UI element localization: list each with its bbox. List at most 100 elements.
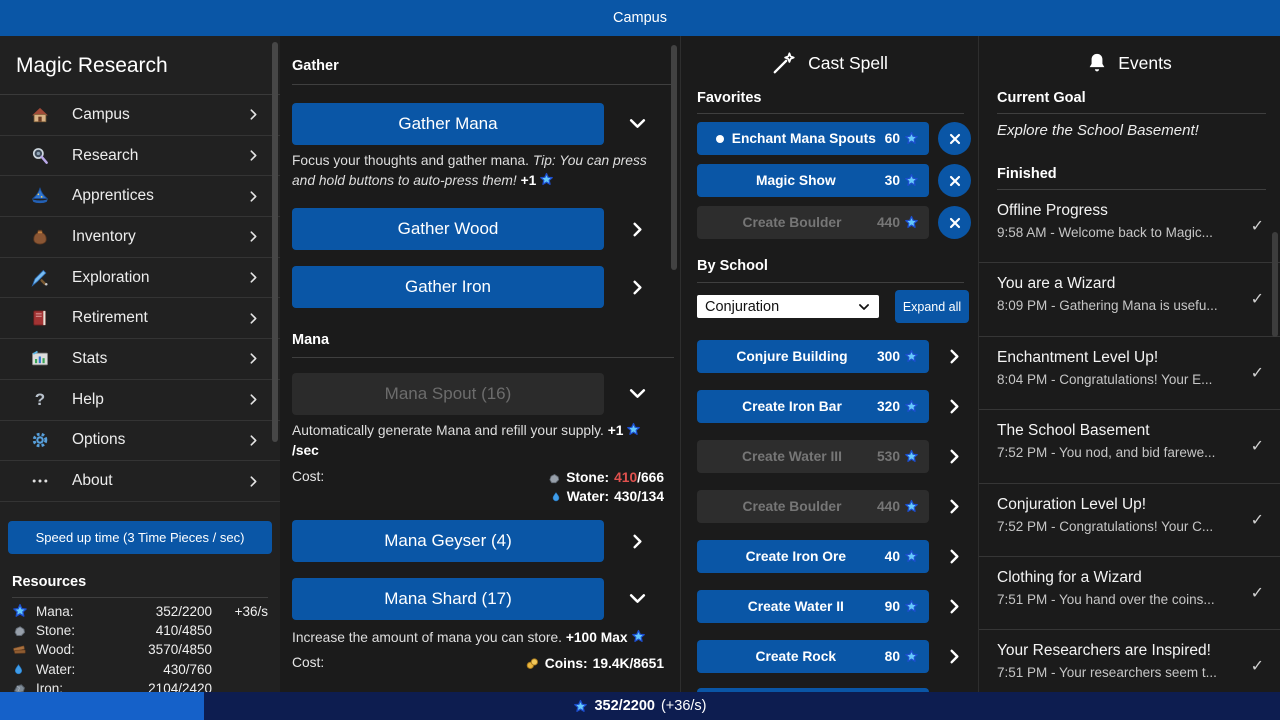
sidebar-item-research[interactable]: Research [0, 136, 280, 177]
remove-favorite-button[interactable] [938, 164, 971, 197]
sidebar-item-exploration[interactable]: Exploration [0, 258, 280, 299]
spell-cost: 60 [885, 131, 900, 146]
spell-button-conjure-building[interactable]: Conjure Building 300 [697, 340, 929, 373]
chevron-right-icon[interactable] [939, 340, 969, 373]
sidebar-scrollbar[interactable] [272, 42, 278, 442]
expand-all-button[interactable]: Expand all [895, 290, 969, 323]
check-icon: ✓ [1251, 583, 1264, 603]
spell-button-create-water-iii[interactable]: Create Water III 530 [697, 440, 929, 473]
spell-button-create-water-ii[interactable]: Create Water II 90 [697, 590, 929, 623]
spell-row: Create Iron Ore 40 [681, 540, 978, 573]
wood-icon [12, 642, 29, 657]
spell-button-magic-show[interactable]: Magic Show 30 [697, 164, 929, 197]
spell-button-create-boulder[interactable]: Create Boulder 440 [697, 490, 929, 523]
mana-spout-description: Automatically generate Mana and refill y… [292, 421, 658, 461]
mana-star-icon [904, 349, 919, 364]
mana-star-icon [904, 649, 919, 664]
remove-favorite-button[interactable] [938, 206, 971, 239]
chevron-right-icon[interactable] [939, 490, 969, 523]
chevron-down-icon[interactable] [622, 109, 652, 137]
sidebar-item-apprentices[interactable]: Apprentices [0, 176, 280, 217]
spell-cost: 40 [885, 549, 900, 564]
mana-star-icon [904, 399, 919, 414]
gather-scrollbar[interactable] [671, 45, 677, 270]
chevron-right-icon[interactable] [939, 390, 969, 423]
event-item: Conjuration Level Up! 7:52 PM - Congratu… [979, 484, 1280, 557]
cost-value: 19.4K/8651 [593, 654, 664, 673]
school-select[interactable]: Conjuration [697, 295, 879, 318]
resource-name: Water: [36, 662, 124, 677]
chevron-down-icon [857, 300, 871, 314]
mana-spout-button[interactable]: Mana Spout (16) [292, 373, 604, 415]
speed-up-time-button[interactable]: Speed up time (3 Time Pieces / sec) [8, 521, 272, 554]
sword-icon [30, 268, 50, 288]
spell-row: Create Water III 530 [681, 440, 978, 473]
divider [697, 282, 964, 283]
spell-row: Create Iron Bar 320 [681, 390, 978, 423]
gather-iron-button[interactable]: Gather Iron [292, 266, 604, 308]
sidebar-item-options[interactable]: Options [0, 421, 280, 462]
spell-button-create-iron-bar[interactable]: Create Iron Bar 320 [697, 390, 929, 423]
sidebar-item-retirement[interactable]: Retirement [0, 298, 280, 339]
gather-wood-button[interactable]: Gather Wood [292, 208, 604, 250]
chevron-right-icon[interactable] [622, 215, 652, 243]
event-item: You are a Wizard 8:09 PM - Gathering Man… [979, 263, 1280, 336]
chevron-right-icon[interactable] [622, 527, 652, 555]
magic-wand-icon [771, 50, 797, 76]
check-icon: ✓ [1251, 216, 1264, 236]
divider [292, 84, 674, 85]
spell-button-create-rock[interactable]: Create Rock 80 [697, 640, 929, 673]
bag-icon [30, 227, 50, 247]
resource-name: Stone: [36, 623, 124, 638]
event-title: The School Basement [997, 422, 1240, 440]
spell-button-enchant-mana-spouts[interactable]: Enchant Mana Spouts 60 [697, 122, 929, 155]
favorites-header: Favorites [697, 90, 761, 106]
chevron-down-icon[interactable] [622, 379, 652, 407]
stone-cost-line: Stone: 410/666 [547, 468, 664, 487]
sidebar-item-help[interactable]: ? Help [0, 380, 280, 421]
mana-geyser-button[interactable]: Mana Geyser (4) [292, 520, 604, 562]
mana-rate: (+36/s) [661, 698, 707, 714]
sidebar-item-inventory[interactable]: Inventory [0, 217, 280, 258]
chevron-right-icon[interactable] [939, 640, 969, 673]
check-icon: ✓ [1251, 363, 1264, 383]
resource-value: 430/760 [124, 662, 212, 677]
cost-need: /666 [637, 470, 664, 485]
sidebar-item-campus[interactable]: Campus [0, 95, 280, 136]
sidebar-item-label: Research [72, 147, 247, 165]
spell-cost: 80 [885, 649, 900, 664]
chevron-right-icon[interactable] [939, 540, 969, 573]
events-scrollbar[interactable] [1272, 232, 1278, 337]
spell-button-create-iron-ore[interactable]: Create Iron Ore 40 [697, 540, 929, 573]
chevron-right-icon[interactable] [939, 590, 969, 623]
mana-header: Mana [292, 332, 329, 348]
chevron-right-icon [247, 312, 260, 325]
cost-values: Coins: 19.4K/8651 [525, 654, 664, 673]
event-title: Offline Progress [997, 202, 1240, 220]
chevron-right-icon[interactable] [939, 440, 969, 473]
desc-bonus: +1 [608, 423, 624, 438]
event-title: You are a Wizard [997, 275, 1240, 293]
gather-header: Gather [292, 58, 339, 74]
mana-star-icon [904, 131, 919, 146]
resource-rate: +36/s [212, 604, 268, 619]
mana-star-icon [539, 172, 554, 187]
gather-mana-button[interactable]: Gather Mana [292, 103, 604, 145]
remove-favorite-button[interactable] [938, 122, 971, 155]
chevron-right-icon[interactable] [622, 273, 652, 301]
school-select-value: Conjuration [705, 299, 857, 315]
resource-name: Wood: [36, 642, 124, 657]
current-goal-header: Current Goal [997, 90, 1086, 106]
sidebar-item-about[interactable]: About [0, 461, 280, 502]
sidebar-item-label: Inventory [72, 228, 247, 246]
resource-value: 352/2200 [124, 604, 212, 619]
sidebar-item-stats[interactable]: Stats [0, 339, 280, 380]
by-school-header: By School [697, 258, 768, 274]
spell-cost: 440 [877, 499, 900, 514]
gather-column: Gather Gather Mana Focus your thoughts a… [280, 36, 680, 692]
desc-text: Automatically generate Mana and refill y… [292, 423, 604, 438]
chevron-down-icon[interactable] [622, 584, 652, 612]
spell-button-create-boulder[interactable]: Create Boulder 440 [697, 206, 929, 239]
sidebar-item-label: Options [72, 431, 247, 449]
mana-shard-button[interactable]: Mana Shard (17) [292, 578, 604, 620]
